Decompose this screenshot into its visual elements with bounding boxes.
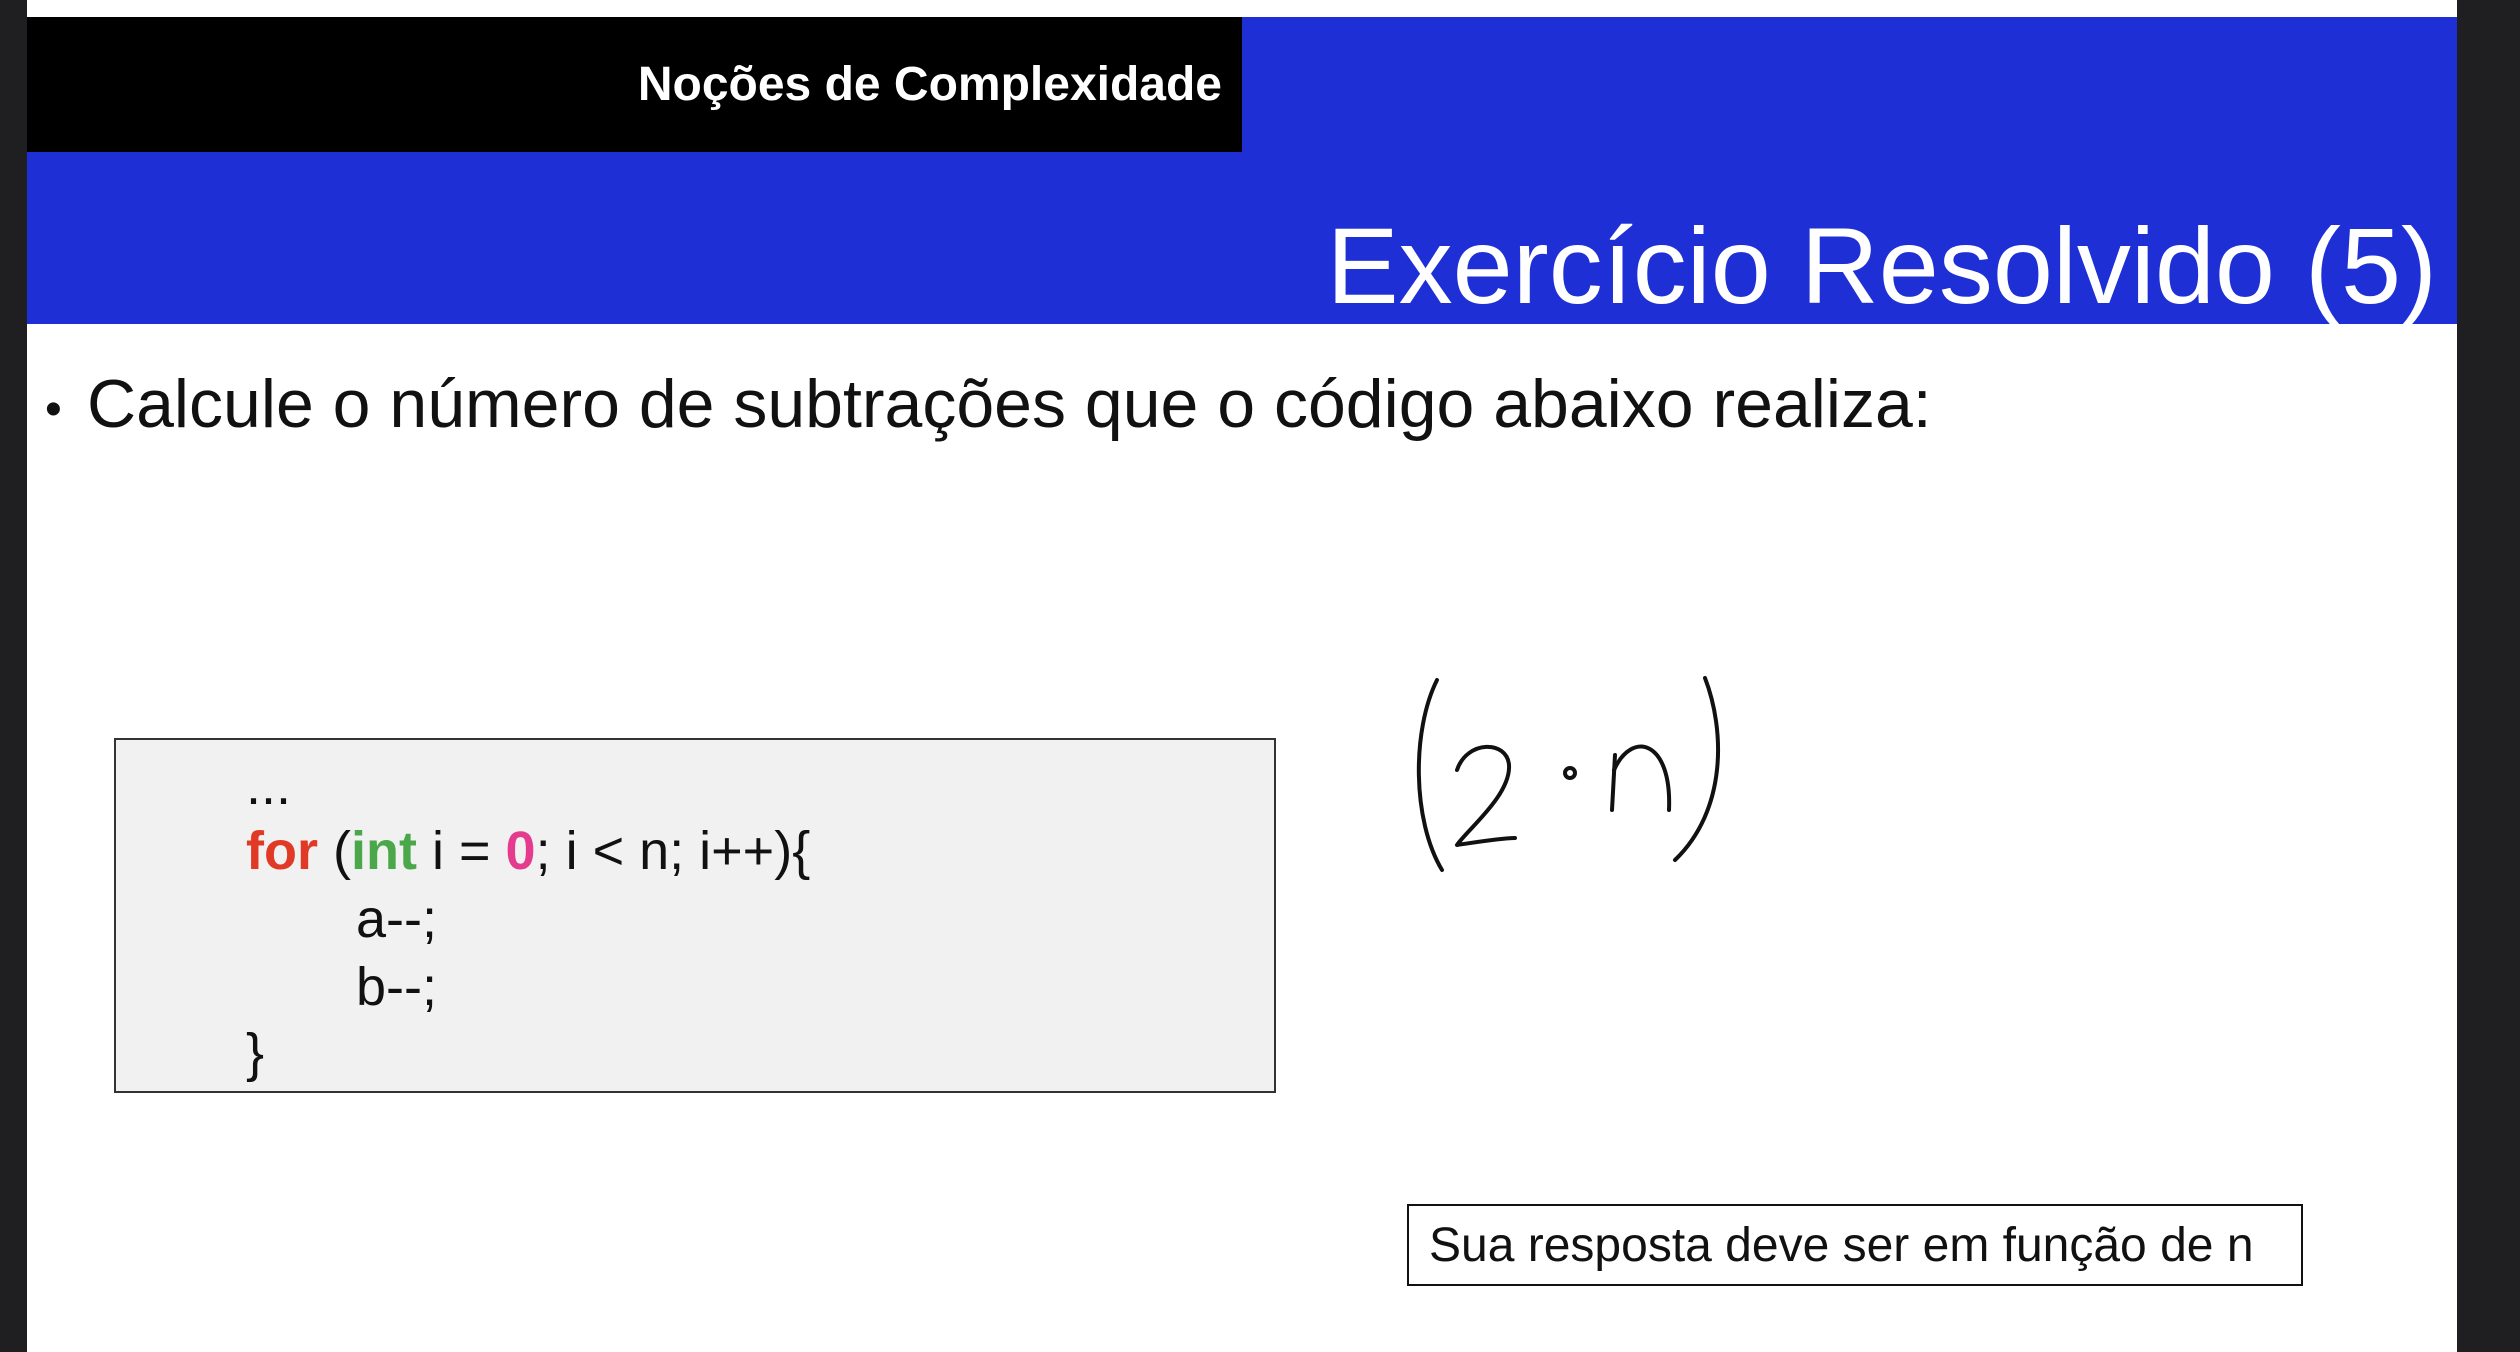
code-for-line: for (int i = 0; i < n; i++){ bbox=[246, 820, 810, 882]
note-box: Sua resposta deve ser em função de n bbox=[1407, 1204, 2303, 1286]
literal-zero: 0 bbox=[505, 821, 536, 881]
section-bar: Noções de Complexidade bbox=[27, 17, 1242, 152]
code-line-a: a--; bbox=[356, 889, 437, 949]
section-title: Noções de Complexidade bbox=[637, 58, 1222, 111]
slide-top-strip bbox=[27, 0, 2457, 17]
code-close-brace: } bbox=[246, 1023, 265, 1083]
slide-title: Exercício Resolvido (5) bbox=[1326, 205, 2437, 326]
code-init: i = bbox=[416, 821, 506, 881]
keyword-for: for bbox=[246, 821, 318, 881]
code-loop-rest: ; i < n; i++){ bbox=[535, 821, 811, 881]
bullet-item: • Calcule o número de subtrações que o có… bbox=[45, 365, 1932, 443]
slide: Exercício Resolvido (5) Noções de Comple… bbox=[27, 0, 2457, 1352]
code-block: ... for (int i = 0; i < n; i++){ a--; b-… bbox=[114, 738, 1276, 1093]
keyword-int: int bbox=[350, 821, 417, 881]
note-text: Sua resposta deve ser em função de n bbox=[1429, 1218, 2254, 1272]
code-ellipsis: ... bbox=[246, 756, 292, 816]
bullet-dot-icon: • bbox=[45, 382, 62, 436]
code-line-b: b--; bbox=[356, 957, 437, 1017]
handwritten-answer bbox=[1416, 676, 1721, 872]
code-paren-open: ( bbox=[317, 821, 351, 881]
bullet-text: Calcule o número de subtrações que o cód… bbox=[87, 366, 1932, 442]
